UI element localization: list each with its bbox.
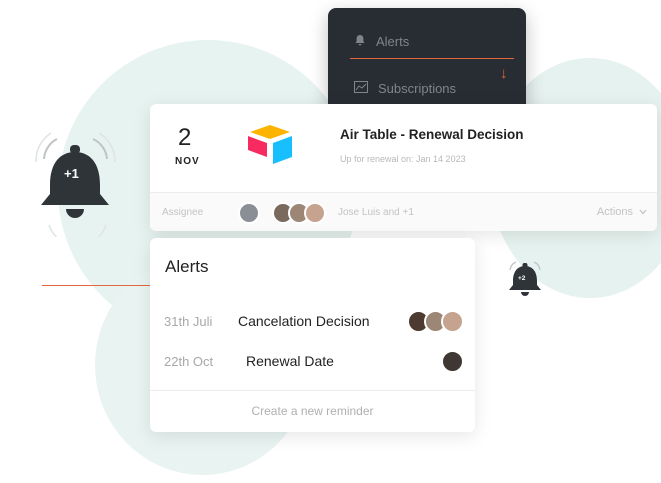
actions-dropdown[interactable]: Actions: [597, 206, 647, 218]
card-subtitle: Up for renewal on: Jan 14 2023: [340, 154, 466, 164]
alert-name: Renewal Date: [246, 353, 334, 369]
chart-icon: [354, 81, 368, 96]
card-footer: Assignee Jose Luis and +1 Actions: [150, 193, 657, 231]
alerts-panel: Alerts 31th Juli Cancelation Decision 22…: [150, 238, 475, 432]
alert-item[interactable]: 31th Juli Cancelation Decision: [164, 308, 464, 336]
chevron-down-icon: [639, 206, 647, 218]
avatar[interactable]: [238, 202, 260, 224]
badge-count: +1: [64, 166, 79, 181]
assignee-label: Assignee: [162, 207, 204, 218]
avatar-group: [407, 310, 464, 333]
badge-count: +2: [518, 275, 526, 282]
alert-name: Cancelation Decision: [238, 313, 370, 329]
date-month: NOV: [175, 156, 200, 167]
card-title: Air Table - Renewal Decision: [340, 127, 524, 142]
avatar: [441, 350, 464, 373]
alert-date: 22th Oct: [164, 354, 214, 369]
alerts-title: Alerts: [165, 257, 209, 276]
create-reminder-button[interactable]: Create a new reminder: [150, 404, 475, 418]
bell-icon: [354, 34, 366, 49]
avatar-group[interactable]: [272, 202, 326, 224]
alert-date: 31th Juli: [164, 314, 213, 329]
menu-item-alerts[interactable]: Alerts: [354, 34, 409, 49]
bell-icon: +1: [27, 125, 139, 247]
divider: [150, 390, 475, 391]
active-underline: [350, 58, 514, 59]
avatar: [441, 310, 464, 333]
date-day: 2: [178, 124, 192, 151]
assignee-names: Jose Luis and +1: [338, 207, 414, 218]
alert-item[interactable]: 22th Oct Renewal Date: [164, 348, 464, 376]
airtable-logo: [246, 123, 296, 172]
avatar-group: [441, 350, 464, 373]
menu-item-subscriptions[interactable]: Subscriptions: [354, 81, 456, 96]
bell-icon: +2: [503, 256, 549, 307]
menu-item-label: Alerts: [376, 34, 410, 49]
arrow-down-icon: ↓: [500, 65, 508, 82]
avatar: [304, 202, 326, 224]
menu-item-label: Subscriptions: [378, 81, 457, 96]
actions-label: Actions: [596, 206, 633, 218]
renewal-card[interactable]: 2 NOV Air Table - Renewal Decision Up fo…: [150, 104, 657, 231]
